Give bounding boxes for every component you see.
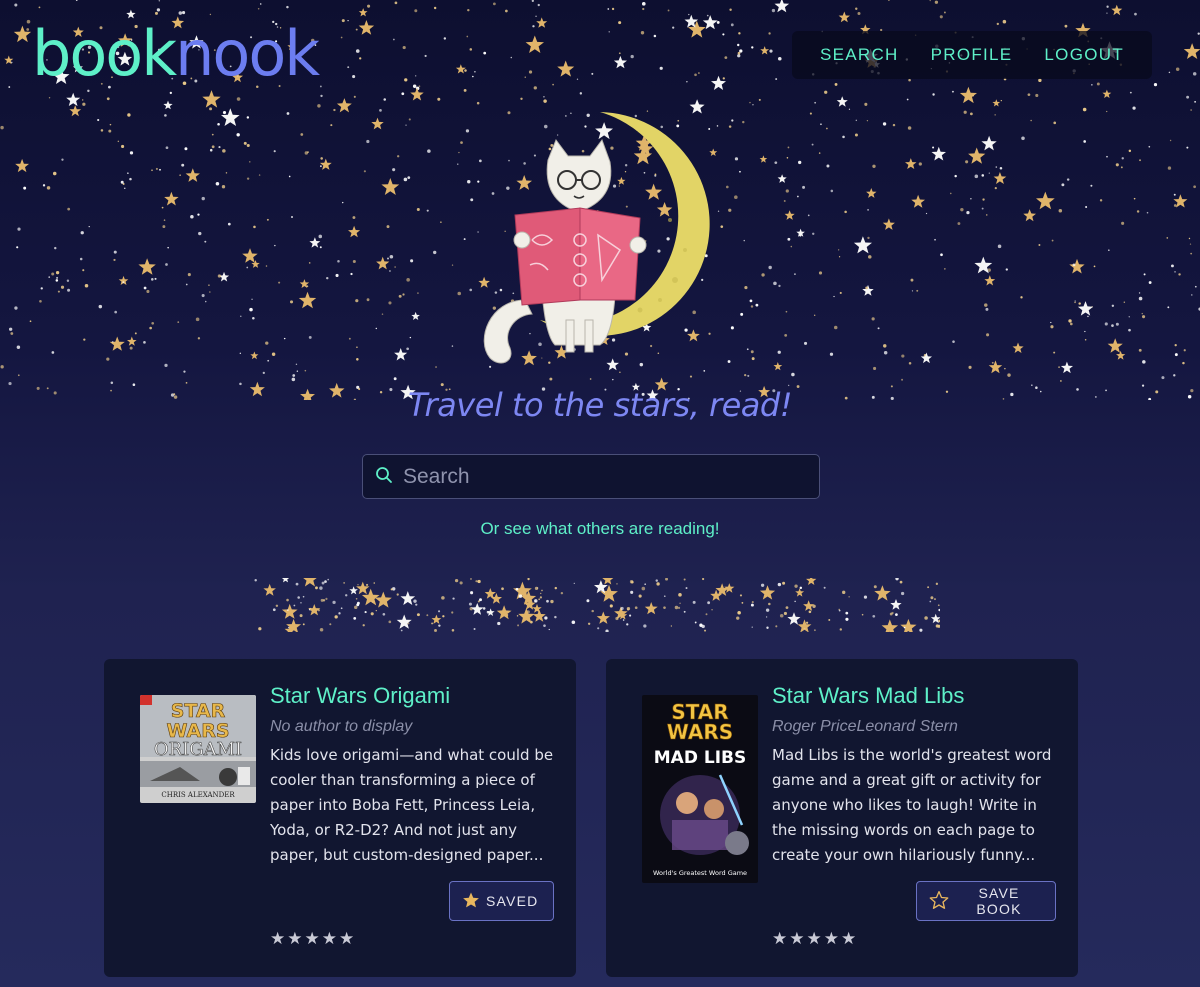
rating-star-icon[interactable]: ★ xyxy=(287,929,302,949)
rating-star-icon[interactable]: ★ xyxy=(841,929,856,949)
rating-star-icon[interactable]: ★ xyxy=(772,929,787,949)
book-cover[interactable]: STAR WARS ORIGAMI CHRIS ALEXANDER xyxy=(140,695,256,803)
search-input[interactable] xyxy=(393,455,819,498)
logo-part-book: book xyxy=(32,17,177,90)
rating-star-icon[interactable]: ★ xyxy=(322,929,337,949)
search-box[interactable] xyxy=(362,454,820,499)
book-card: STAR WARS ORIGAMI CHRIS ALEXANDER Star W… xyxy=(104,659,576,977)
search-icon xyxy=(375,466,393,488)
nav-profile-link[interactable]: PROFILE xyxy=(931,45,1013,65)
star-rating: ★ ★ ★ ★ ★ xyxy=(270,929,354,949)
cover-text-line3: MAD LIBS xyxy=(654,748,746,768)
star-outline-icon xyxy=(929,890,949,913)
rating-star-icon[interactable]: ★ xyxy=(270,929,285,949)
booknook-logo[interactable]: booknook xyxy=(32,14,320,94)
book-title[interactable]: Star Wars Mad Libs xyxy=(772,681,1062,711)
book-description: Mad Libs is the world's greatest word ga… xyxy=(772,746,1052,864)
rating-star-icon[interactable]: ★ xyxy=(824,929,839,949)
book-author: No author to display xyxy=(270,718,413,735)
cover-text-line1: STAR xyxy=(171,700,226,722)
book-author: Roger PriceLeonard Stern xyxy=(772,718,958,735)
nav-logout-link[interactable]: LOGOUT xyxy=(1044,45,1124,65)
cover-author: CHRIS ALEXANDER xyxy=(161,791,235,799)
cat-on-moon-illustration xyxy=(483,112,710,364)
top-nav: SEARCH PROFILE LOGOUT xyxy=(792,31,1152,79)
saved-button[interactable]: SAVED xyxy=(449,881,554,921)
cover-text-line2: WARS xyxy=(667,720,733,744)
cover-text-line3: ORIGAMI xyxy=(154,739,242,760)
book-description: Kids love origami—and what could be cool… xyxy=(270,746,554,864)
hero-tagline: Travel to the stars, read! xyxy=(407,386,793,424)
rating-star-icon[interactable]: ★ xyxy=(807,929,822,949)
rating-star-icon[interactable]: ★ xyxy=(789,929,804,949)
star-divider xyxy=(254,578,940,632)
star-filled-icon xyxy=(462,891,480,912)
see-others-link[interactable]: Or see what others are reading! xyxy=(0,519,1200,539)
saved-button-label: SAVED xyxy=(486,893,539,909)
save-book-button[interactable]: SAVE BOOK xyxy=(916,881,1056,921)
star-rating: ★ ★ ★ ★ ★ xyxy=(772,929,856,949)
save-book-button-label: SAVE BOOK xyxy=(976,885,1022,917)
nav-search-link[interactable]: SEARCH xyxy=(820,45,899,65)
rating-star-icon[interactable]: ★ xyxy=(339,929,354,949)
book-cover[interactable]: STAR WARS MAD LIBS World's Greatest Word… xyxy=(642,695,758,883)
rating-star-icon[interactable]: ★ xyxy=(305,929,320,949)
cover-tagline: World's Greatest Word Game xyxy=(653,869,747,877)
logo-part-nook: nook xyxy=(175,17,320,90)
book-card: STAR WARS MAD LIBS World's Greatest Word… xyxy=(606,659,1078,977)
book-title[interactable]: Star Wars Origami xyxy=(270,681,560,711)
